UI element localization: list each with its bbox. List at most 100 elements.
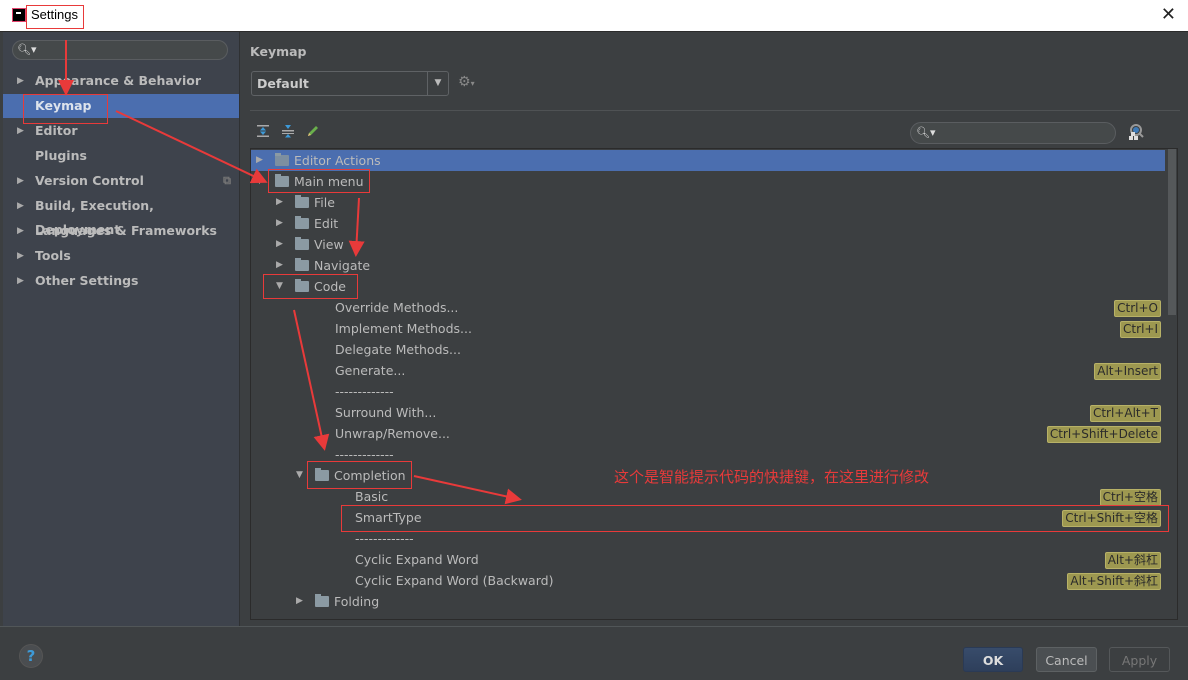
separator-row: ------------- (251, 444, 1165, 465)
keymap-group-row[interactable]: ▶ Navigate (251, 255, 1165, 276)
pencil-icon[interactable] (306, 124, 320, 142)
chevron-right-icon[interactable]: ▶ (17, 119, 24, 143)
collapse-all-icon[interactable] (281, 124, 295, 142)
find-by-shortcut-icon[interactable] (1126, 123, 1144, 145)
ok-button[interactable]: OK (963, 647, 1023, 672)
shortcut-badge: Ctrl+Alt+T (1089, 405, 1161, 422)
keymap-action-row[interactable]: Implement Methods... Ctrl+I (251, 318, 1165, 339)
tree-item-label: Cyclic Expand Word (355, 552, 479, 567)
keymap-tree: ▶ Editor Actions ▼ Main menu ▶ File ▶ Edit ▶ View… (250, 148, 1178, 620)
tree-item-label: Implement Methods... (335, 321, 472, 336)
sidebar-item-plugins[interactable]: Plugins (3, 144, 239, 168)
sidebar-item-version-control[interactable]: ▶ Version Control ⧉ (3, 169, 239, 193)
shortcut-badge: Alt+Shift+斜杠 (1067, 573, 1161, 590)
keymap-action-row[interactable]: Unwrap/Remove... Ctrl+Shift+Delete (251, 423, 1165, 444)
tree-item-label: Completion (334, 468, 406, 483)
tree-item-label: Unwrap/Remove... (335, 426, 450, 441)
sidebar-item-keymap[interactable]: Keymap (3, 94, 239, 118)
chevron-right-icon[interactable]: ▶ (276, 192, 283, 213)
keymap-action-row[interactable]: Basic Ctrl+空格 (251, 486, 1165, 507)
tree-item-label: Delegate Methods... (335, 342, 461, 357)
shortcut-badge: Alt+斜杠 (1104, 552, 1161, 569)
page-title: Keymap (250, 44, 307, 59)
gear-icon[interactable]: ⚙▾ (458, 74, 475, 90)
keymap-action-row[interactable]: Delegate Methods... (251, 339, 1165, 360)
sidebar-item-label: Tools (35, 248, 71, 263)
window-title: Settings (31, 7, 78, 22)
chevron-right-icon[interactable]: ▶ (17, 244, 24, 268)
shortcut-badge: Ctrl+空格 (1099, 489, 1161, 506)
sidebar-item-other-settings[interactable]: ▶ Other Settings (3, 269, 239, 293)
keymap-action-row[interactable]: Generate... Alt+Insert (251, 360, 1165, 381)
keymap-group-row[interactable]: ▶ Editor Actions (251, 150, 1165, 171)
keymap-group-row[interactable]: ▶ View (251, 234, 1165, 255)
tree-item-label: Folding (334, 594, 380, 609)
keymap-panel: Keymap Default ▼ ⚙▾ 🔍︎▾ ▶ Editor Actions ▼… (240, 32, 1188, 626)
keymap-group-row[interactable]: ▶ File (251, 192, 1165, 213)
title-bar: Settings ✕ (0, 0, 1188, 32)
keymap-action-row[interactable]: SmartType Ctrl+Shift+空格 (251, 507, 1165, 528)
chevron-right-icon[interactable]: ▶ (276, 234, 283, 255)
intellij-app-icon (12, 8, 26, 22)
chevron-down-icon[interactable]: ▼ (296, 465, 303, 486)
keymap-group-row[interactable]: ▶ Edit (251, 213, 1165, 234)
separator-row: ------------- (251, 381, 1165, 402)
sidebar-item-label: Editor (35, 123, 78, 138)
shortcut-badge: Alt+Insert (1094, 363, 1161, 380)
dialog-footer: ? OK Cancel Apply (0, 626, 1188, 680)
chevron-right-icon[interactable]: ▶ (17, 269, 24, 293)
chevron-right-icon[interactable]: ▶ (17, 169, 24, 193)
folder-icon (295, 258, 309, 271)
sidebar-item-build-execution-deployment[interactable]: ▶ Build, Execution, Deployment (3, 194, 239, 237)
shortcut-badge: Ctrl+I (1120, 321, 1161, 338)
keymap-search-input[interactable]: 🔍︎▾ (910, 122, 1116, 144)
tree-item-label: Code (314, 279, 347, 294)
chevron-right-icon[interactable]: ▶ (17, 69, 24, 93)
cancel-button[interactable]: Cancel (1036, 647, 1097, 672)
sidebar-item-appearance-behavior[interactable]: ▶ Appearance & Behavior (3, 69, 239, 93)
sidebar-item-label: Version Control (35, 173, 144, 188)
tree-scrollbar[interactable] (1168, 149, 1176, 315)
chevron-right-icon[interactable]: ▶ (17, 219, 24, 243)
keymap-select[interactable]: Default ▼ (251, 71, 449, 96)
divider (250, 110, 1180, 111)
folder-icon (315, 468, 329, 481)
annotation-note: 这个是智能提示代码的快捷键，在这里进行修改 (614, 468, 930, 486)
keymap-action-row[interactable]: Surround With... Ctrl+Alt+T (251, 402, 1165, 423)
close-icon[interactable]: ✕ (1161, 5, 1176, 25)
chevron-right-icon[interactable]: ▶ (296, 591, 303, 612)
tree-item-label: Basic (355, 489, 389, 504)
chevron-right-icon[interactable]: ▶ (276, 213, 283, 234)
search-icon: 🔍︎▾ (916, 126, 936, 139)
chevron-down-icon[interactable]: ▼ (256, 171, 263, 192)
tree-item-label: ------------- (335, 447, 394, 462)
chevron-down-icon[interactable]: ▼ (276, 276, 283, 297)
keymap-group-row[interactable]: ▼ Code (251, 276, 1165, 297)
settings-sidebar: 🔍︎▾ ▶ Appearance & Behavior Keymap ▶ Editor P… (3, 32, 240, 626)
sidebar-item-tools[interactable]: ▶ Tools (3, 244, 239, 268)
folder-icon (295, 237, 309, 250)
separator-row: ------------- (251, 528, 1165, 549)
expand-all-icon[interactable] (256, 124, 270, 142)
chevron-right-icon[interactable]: ▶ (256, 150, 263, 171)
folder-icon (295, 195, 309, 208)
sidebar-item-editor[interactable]: ▶ Editor (3, 119, 239, 143)
folder-icon (315, 594, 329, 607)
chevron-right-icon[interactable]: ▶ (17, 194, 24, 218)
tree-item-label: Cyclic Expand Word (Backward) (355, 573, 554, 588)
keymap-group-row[interactable]: ▼ Main menu (251, 171, 1165, 192)
chevron-right-icon[interactable]: ▶ (276, 255, 283, 276)
keymap-action-row[interactable]: Cyclic Expand Word Alt+斜杠 (251, 549, 1165, 570)
tree-item-label: ------------- (335, 384, 394, 399)
keymap-action-row[interactable]: Cyclic Expand Word (Backward) Alt+Shift+斜… (251, 570, 1165, 591)
sidebar-item-label: Appearance & Behavior (35, 73, 201, 88)
tree-item-label: Navigate (314, 258, 371, 273)
help-button[interactable]: ? (19, 644, 43, 668)
sidebar-item-languages-frameworks[interactable]: ▶ Languages & Frameworks (3, 219, 239, 243)
sidebar-search-input[interactable]: 🔍︎▾ (12, 40, 228, 60)
chevron-down-icon[interactable]: ▼ (427, 72, 448, 95)
keymap-action-row[interactable]: Override Methods... Ctrl+O (251, 297, 1165, 318)
keymap-group-row[interactable]: ▶ Folding (251, 591, 1165, 612)
apply-button[interactable]: Apply (1109, 647, 1170, 672)
tree-item-label: Editor Actions (294, 153, 381, 168)
